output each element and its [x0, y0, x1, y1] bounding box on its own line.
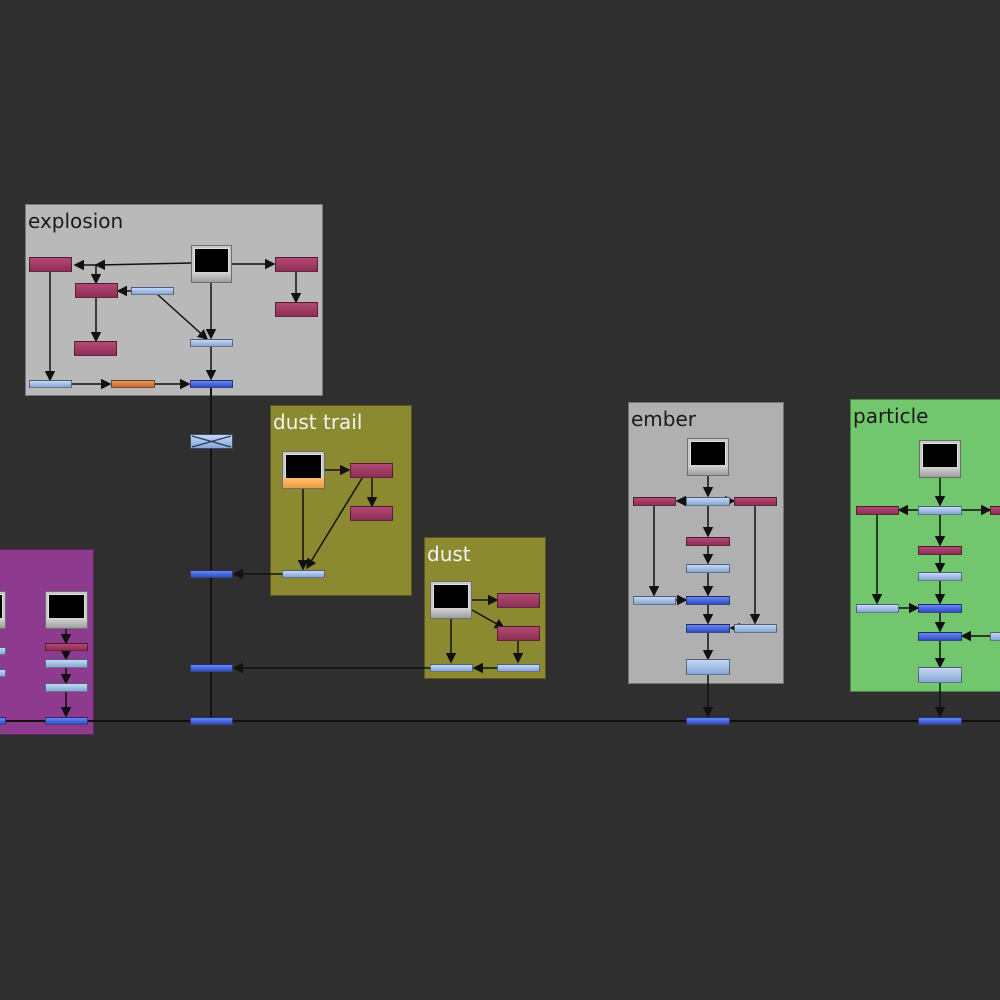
ember-node-j[interactable] [686, 659, 730, 675]
dust-node-c[interactable] [430, 664, 473, 672]
viewer-monitor-icon[interactable] [282, 451, 325, 489]
ember-node-a[interactable] [633, 497, 676, 506]
purple-node-c[interactable] [45, 683, 88, 692]
ember-node-d[interactable] [686, 537, 730, 546]
purple-node-left-b[interactable] [0, 669, 6, 677]
particle-node-j[interactable] [918, 667, 962, 683]
ember-node-f[interactable] [633, 596, 676, 605]
dust-trail-node-c[interactable] [282, 570, 325, 578]
backdrop-label-particle: particle [853, 404, 929, 428]
dust-node-a[interactable] [497, 593, 540, 608]
ember-node-h[interactable] [686, 624, 730, 633]
dust-node-d[interactable] [497, 664, 540, 672]
trunk-merge-3[interactable] [190, 717, 233, 725]
particle-node-f[interactable] [856, 604, 899, 613]
explosion-node-d[interactable] [74, 341, 117, 356]
explosion-node-i[interactable] [111, 380, 155, 388]
dust-trail-node-b[interactable] [350, 506, 393, 521]
explosion-node-f[interactable] [275, 302, 318, 317]
particle-node-d[interactable] [918, 546, 962, 555]
purple-node-left-a[interactable] [0, 647, 6, 655]
explosion-node-a[interactable] [29, 257, 72, 272]
ember-node-e[interactable] [686, 564, 730, 573]
dust-node-b[interactable] [497, 626, 540, 641]
viewer-monitor-icon[interactable] [191, 245, 232, 283]
purple-node-left-c[interactable] [0, 717, 6, 725]
backdrop-label-dust-trail: dust trail [273, 410, 363, 434]
explosion-node-j[interactable] [190, 380, 233, 388]
purple-merge[interactable] [45, 717, 88, 725]
viewer-monitor-icon[interactable] [0, 591, 6, 629]
ember-node-b[interactable] [686, 497, 730, 506]
backdrop-dust-trail[interactable]: dust trail [270, 405, 412, 596]
trunk-merge-2[interactable] [190, 664, 233, 672]
explosion-node-b[interactable] [75, 283, 118, 298]
purple-node-b[interactable] [45, 659, 88, 668]
particle-node-c[interactable] [990, 506, 1000, 515]
explosion-node-c[interactable] [131, 287, 174, 295]
backdrop-label-ember: ember [631, 407, 697, 431]
viewer-monitor-icon[interactable] [687, 438, 729, 476]
particle-node-b[interactable] [918, 506, 962, 515]
viewer-monitor-icon[interactable] [45, 591, 88, 629]
ember-node-g[interactable] [686, 596, 730, 605]
ember-node-c[interactable] [734, 497, 777, 506]
dust-trail-node-a[interactable] [350, 463, 393, 478]
backdrop-explosion[interactable]: explosion [25, 204, 323, 396]
explosion-node-g[interactable] [190, 339, 233, 347]
backdrop-label-explosion: explosion [28, 209, 124, 233]
explosion-node-h[interactable] [29, 380, 72, 388]
particle-node-e[interactable] [918, 572, 962, 581]
particle-node-h[interactable] [918, 632, 962, 641]
viewer-monitor-icon[interactable] [919, 440, 961, 478]
particle-node-i[interactable] [990, 632, 1000, 641]
particle-node-g[interactable] [918, 604, 962, 613]
backdrop-purple[interactable] [0, 549, 94, 735]
particle-merge[interactable] [918, 717, 962, 725]
particle-node-a[interactable] [856, 506, 899, 515]
trunk-merge-1[interactable] [190, 570, 233, 578]
purple-node-a[interactable] [45, 643, 88, 651]
ember-merge[interactable] [686, 717, 730, 725]
backdrop-label-dust: dust [427, 542, 471, 566]
explosion-node-e[interactable] [275, 257, 318, 272]
switch-x-icon[interactable] [190, 434, 233, 449]
viewer-monitor-icon[interactable] [430, 581, 472, 619]
ember-node-i[interactable] [734, 624, 777, 633]
